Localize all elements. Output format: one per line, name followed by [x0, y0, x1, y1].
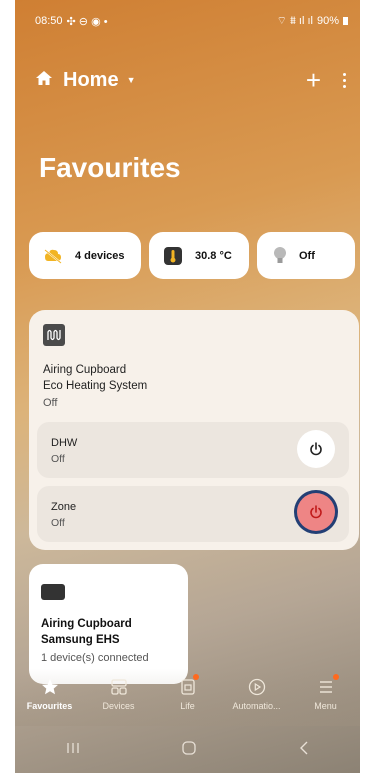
bulb-icon [273, 246, 287, 266]
zone-state: Off [51, 517, 65, 529]
recent-apps-icon[interactable] [65, 741, 81, 760]
zone-card-zone[interactable]: Zone Off [37, 486, 349, 542]
system-navigation-bar [15, 728, 360, 773]
power-button-zone[interactable] [297, 493, 335, 531]
samsung-ehs-card[interactable]: Airing Cupboard Samsung EHS 1 device(s) … [29, 564, 188, 684]
status-bar: 08:50 ✣ ⊖ ◉ • ⌔ ⩩ ıl ıl 90% [15, 0, 360, 42]
chip-temperature[interactable]: 30.8 °C [149, 232, 249, 279]
power-icon [310, 505, 322, 519]
chip-temperature-label: 30.8 °C [195, 249, 232, 262]
home-icon [35, 69, 53, 92]
chip-lights-label: Off [299, 249, 315, 262]
tab-favourites[interactable]: Favourites [17, 678, 83, 711]
home-button-icon[interactable] [181, 740, 197, 761]
devices-cloud-icon [43, 248, 63, 264]
grid-icon [110, 679, 127, 695]
add-button[interactable]: + [306, 67, 321, 93]
device-name: Airing Cupboard Samsung EHS [41, 618, 132, 646]
bottom-nav: Favourites Devices Life Automatio... Men… [15, 668, 360, 726]
chip-lights[interactable]: Off [257, 232, 355, 279]
battery-level: 90% [316, 15, 339, 27]
summary-chips: 4 devices 30.8 °C Off [29, 232, 360, 280]
chip-devices-label: 4 devices [75, 249, 125, 262]
thermometer-icon [163, 246, 183, 266]
zone-name: Zone [51, 501, 77, 513]
menu-badge [332, 674, 339, 680]
clock: 08:50 [35, 15, 63, 27]
eco-heating-card[interactable]: Airing Cupboard Eco Heating System Off D… [29, 310, 359, 550]
chip-devices[interactable]: 4 devices [29, 232, 141, 279]
menu-icon [319, 681, 332, 693]
star-icon [41, 679, 58, 695]
heat-pump-icon [43, 324, 65, 346]
page-title: Favourites [39, 152, 181, 183]
life-icon [180, 679, 195, 695]
device-name: Airing Cupboard Eco Heating System [43, 364, 148, 392]
life-badge [192, 674, 199, 680]
zone-state: Off [51, 453, 65, 465]
tab-automations[interactable]: Automatio... [224, 678, 290, 711]
app-screen: 08:50 ✣ ⊖ ◉ • ⌔ ⩩ ıl ıl 90% Home ▼ + Fav… [15, 0, 360, 773]
automation-icon [248, 678, 265, 696]
hub-icon [41, 584, 65, 600]
home-selector[interactable]: Home [63, 69, 119, 92]
device-subtitle: 1 device(s) connected [41, 652, 149, 664]
tab-menu[interactable]: Menu [293, 674, 359, 711]
signal-icons: ⌔ ⩩ ıl ıl [276, 15, 313, 27]
more-options-icon[interactable] [343, 72, 346, 88]
notification-icons: ✣ ⊖ ◉ • [66, 15, 108, 28]
tab-devices[interactable]: Devices [86, 678, 152, 711]
power-icon [310, 442, 322, 456]
tab-life[interactable]: Life [155, 674, 221, 711]
zone-card-dhw[interactable]: DHW Off [37, 422, 349, 478]
chevron-down-icon[interactable]: ▼ [127, 75, 136, 85]
power-button-dhw[interactable] [297, 430, 335, 468]
zone-name: DHW [51, 437, 78, 449]
battery-icon [343, 17, 348, 25]
back-icon[interactable] [298, 741, 310, 760]
header: Home ▼ + [35, 62, 346, 98]
device-status: Off [43, 397, 58, 409]
